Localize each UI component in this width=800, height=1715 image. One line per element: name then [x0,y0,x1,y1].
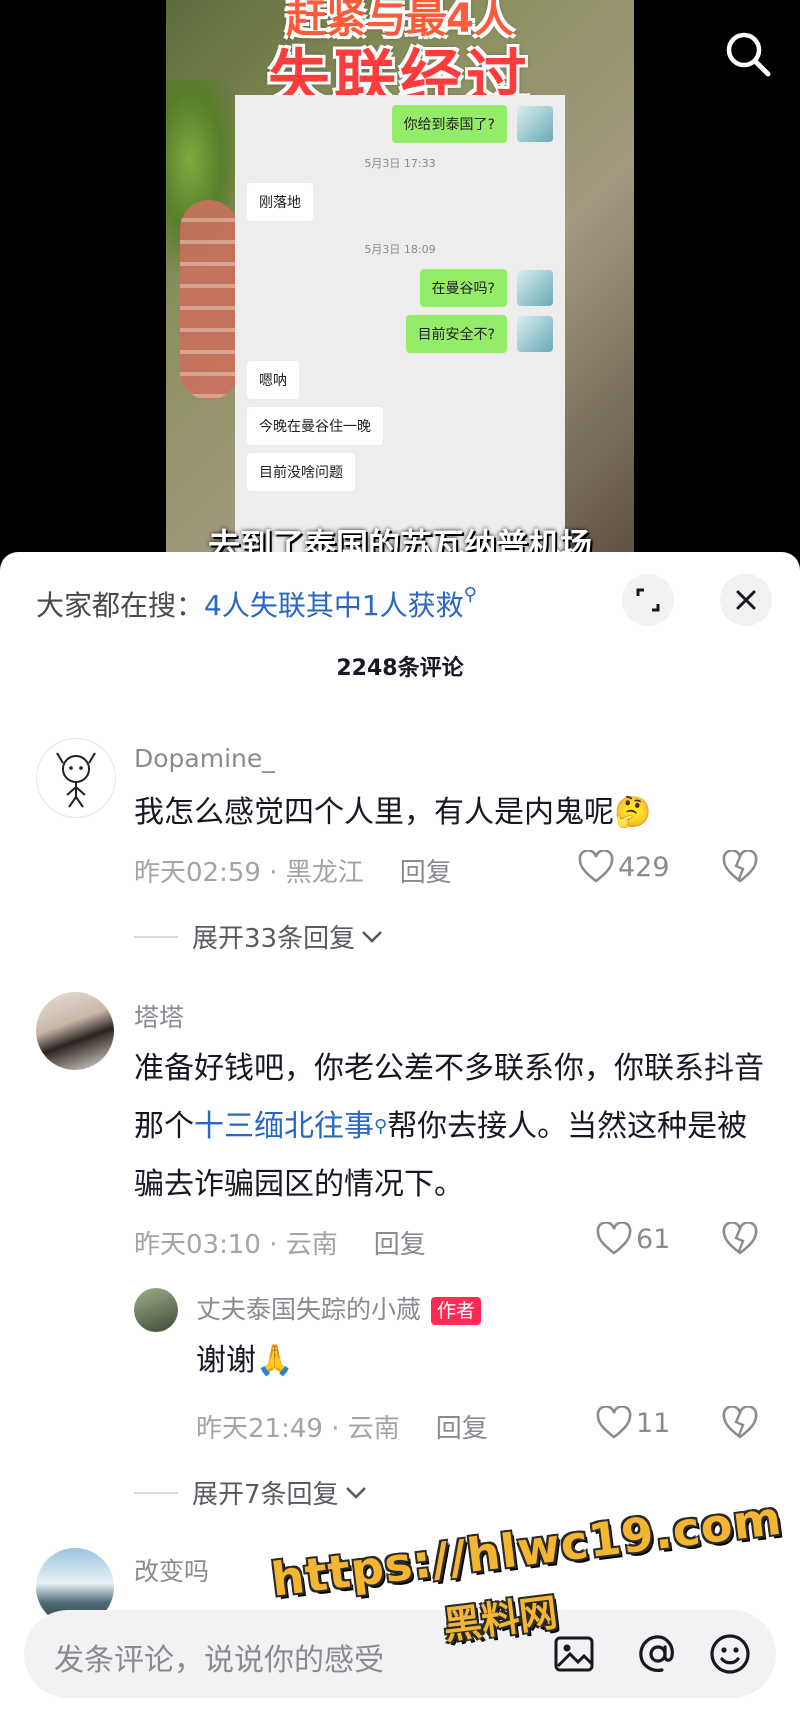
chat-avatar [517,316,553,352]
chat-message: 嗯呐 [247,361,553,399]
like-button[interactable]: 11 [596,1406,670,1440]
video-player[interactable]: 赶紧与最4人 失联经过 你给到泰国了? 5月3日 17:33 刚落地 5月3日 … [0,0,800,580]
like-count: 61 [636,1223,671,1255]
like-button[interactable]: 429 [578,850,670,884]
chat-bubble: 今晚在曼谷住一晚 [247,407,383,445]
avatar[interactable] [36,992,114,1070]
chat-bubble: 目前安全不? [405,315,507,353]
chat-bubble: 在曼谷吗? [419,269,507,307]
chat-message: 今晚在曼谷住一晚 [247,407,553,445]
avatar[interactable] [134,1288,178,1332]
search-icon[interactable] [722,28,774,80]
reply-username[interactable]: 丈夫泰国失踪的小蒇 作者 [196,1290,482,1326]
video-decoration [180,200,238,400]
author-badge: 作者 [431,1297,482,1325]
chat-bubble: 刚落地 [247,183,313,221]
chat-bubble: 目前没啥问题 [247,453,355,491]
comment-time-location: 昨天02:59 · 黑龙江 [134,858,364,888]
expand-replies-label: 展开7条回复 [192,1480,339,1510]
search-small-icon: ⚲ [374,1116,388,1137]
reply-username-text: 丈夫泰国失踪的小蒇 [196,1295,422,1324]
chat-screenshot: 你给到泰国了? 5月3日 17:33 刚落地 5月3日 18:09 在曼谷吗? … [235,95,565,580]
comment-text: 准备好钱吧，你老公差不多联系你，你联系抖音那个十三缅北往事⚲帮你去接人。当然这种… [134,1040,764,1214]
chevron-down-icon [362,930,383,943]
comment-meta: 昨天03:10 · 云南 回复 [134,1224,426,1261]
comment-username[interactable]: 改变吗 [134,1552,209,1588]
comment-meta: 昨天21:49 · 云南 回复 [196,1408,488,1445]
chat-bubble: 你给到泰国了? [391,105,507,143]
trending-search-prefix: 大家都在搜： [36,589,205,622]
expand-replies-button[interactable]: 展开7条回复 [134,1474,367,1511]
comment-text: 我怎么感觉四个人里，有人是内鬼呢🤔 [134,795,652,830]
comment-count: 2248条评论 [336,656,464,681]
chevron-down-icon [345,1486,366,1499]
close-icon[interactable] [720,574,772,626]
emoji-icon[interactable] [706,1630,754,1678]
divider [134,935,178,938]
chat-message: 目前安全不? [247,315,553,353]
like-button[interactable]: 61 [596,1222,670,1256]
heart-icon [596,1406,632,1439]
chat-message: 刚落地 [247,183,553,221]
search-link[interactable]: 十三缅北往事 [194,1109,374,1144]
mention-icon[interactable] [634,1630,682,1678]
chat-timestamp: 5月3日 18:09 [364,243,436,256]
like-count: 11 [636,1407,671,1439]
dislike-icon[interactable] [722,849,758,888]
reply-text: 谢谢🙏 [196,1343,294,1378]
reply-button[interactable]: 回复 [374,1230,426,1260]
comment-username[interactable]: Dopamine_ [134,744,275,773]
chat-message: 你给到泰国了? [247,105,553,143]
expand-replies-button[interactable]: 展开33条回复 [134,918,383,955]
comment-username[interactable]: 塔塔 [134,998,184,1034]
reply-button[interactable]: 回复 [400,858,452,888]
comment-time-location: 昨天03:10 · 云南 [134,1230,338,1260]
dislike-icon[interactable] [722,1405,758,1444]
reply-button[interactable]: 回复 [436,1414,488,1444]
chat-message: 目前没啥问题 [247,453,553,491]
expand-icon[interactable] [622,574,674,626]
chat-avatar [517,270,553,306]
image-icon[interactable] [550,1630,598,1678]
heart-icon [596,1222,632,1255]
chat-timestamp: 5月3日 17:33 [364,157,436,170]
dislike-icon[interactable] [722,1221,758,1260]
trending-search-keyword[interactable]: 4人失联其中1人获救 [204,589,464,622]
comment-time-location: 昨天21:49 · 云南 [196,1414,400,1444]
search-small-icon: ⚲ [463,584,477,605]
chat-bubble: 嗯呐 [247,361,299,399]
like-count: 429 [618,851,670,883]
chat-avatar [517,106,553,142]
avatar[interactable] [36,738,116,818]
expand-replies-label: 展开33条回复 [192,924,356,954]
heart-icon [578,850,614,883]
divider [134,1491,178,1494]
chat-message: 在曼谷吗? [247,269,553,307]
comment-meta: 昨天02:59 · 黑龙江 回复 [134,852,452,889]
trending-search[interactable]: 大家都在搜：4人失联其中1人获救⚲ [36,584,477,624]
